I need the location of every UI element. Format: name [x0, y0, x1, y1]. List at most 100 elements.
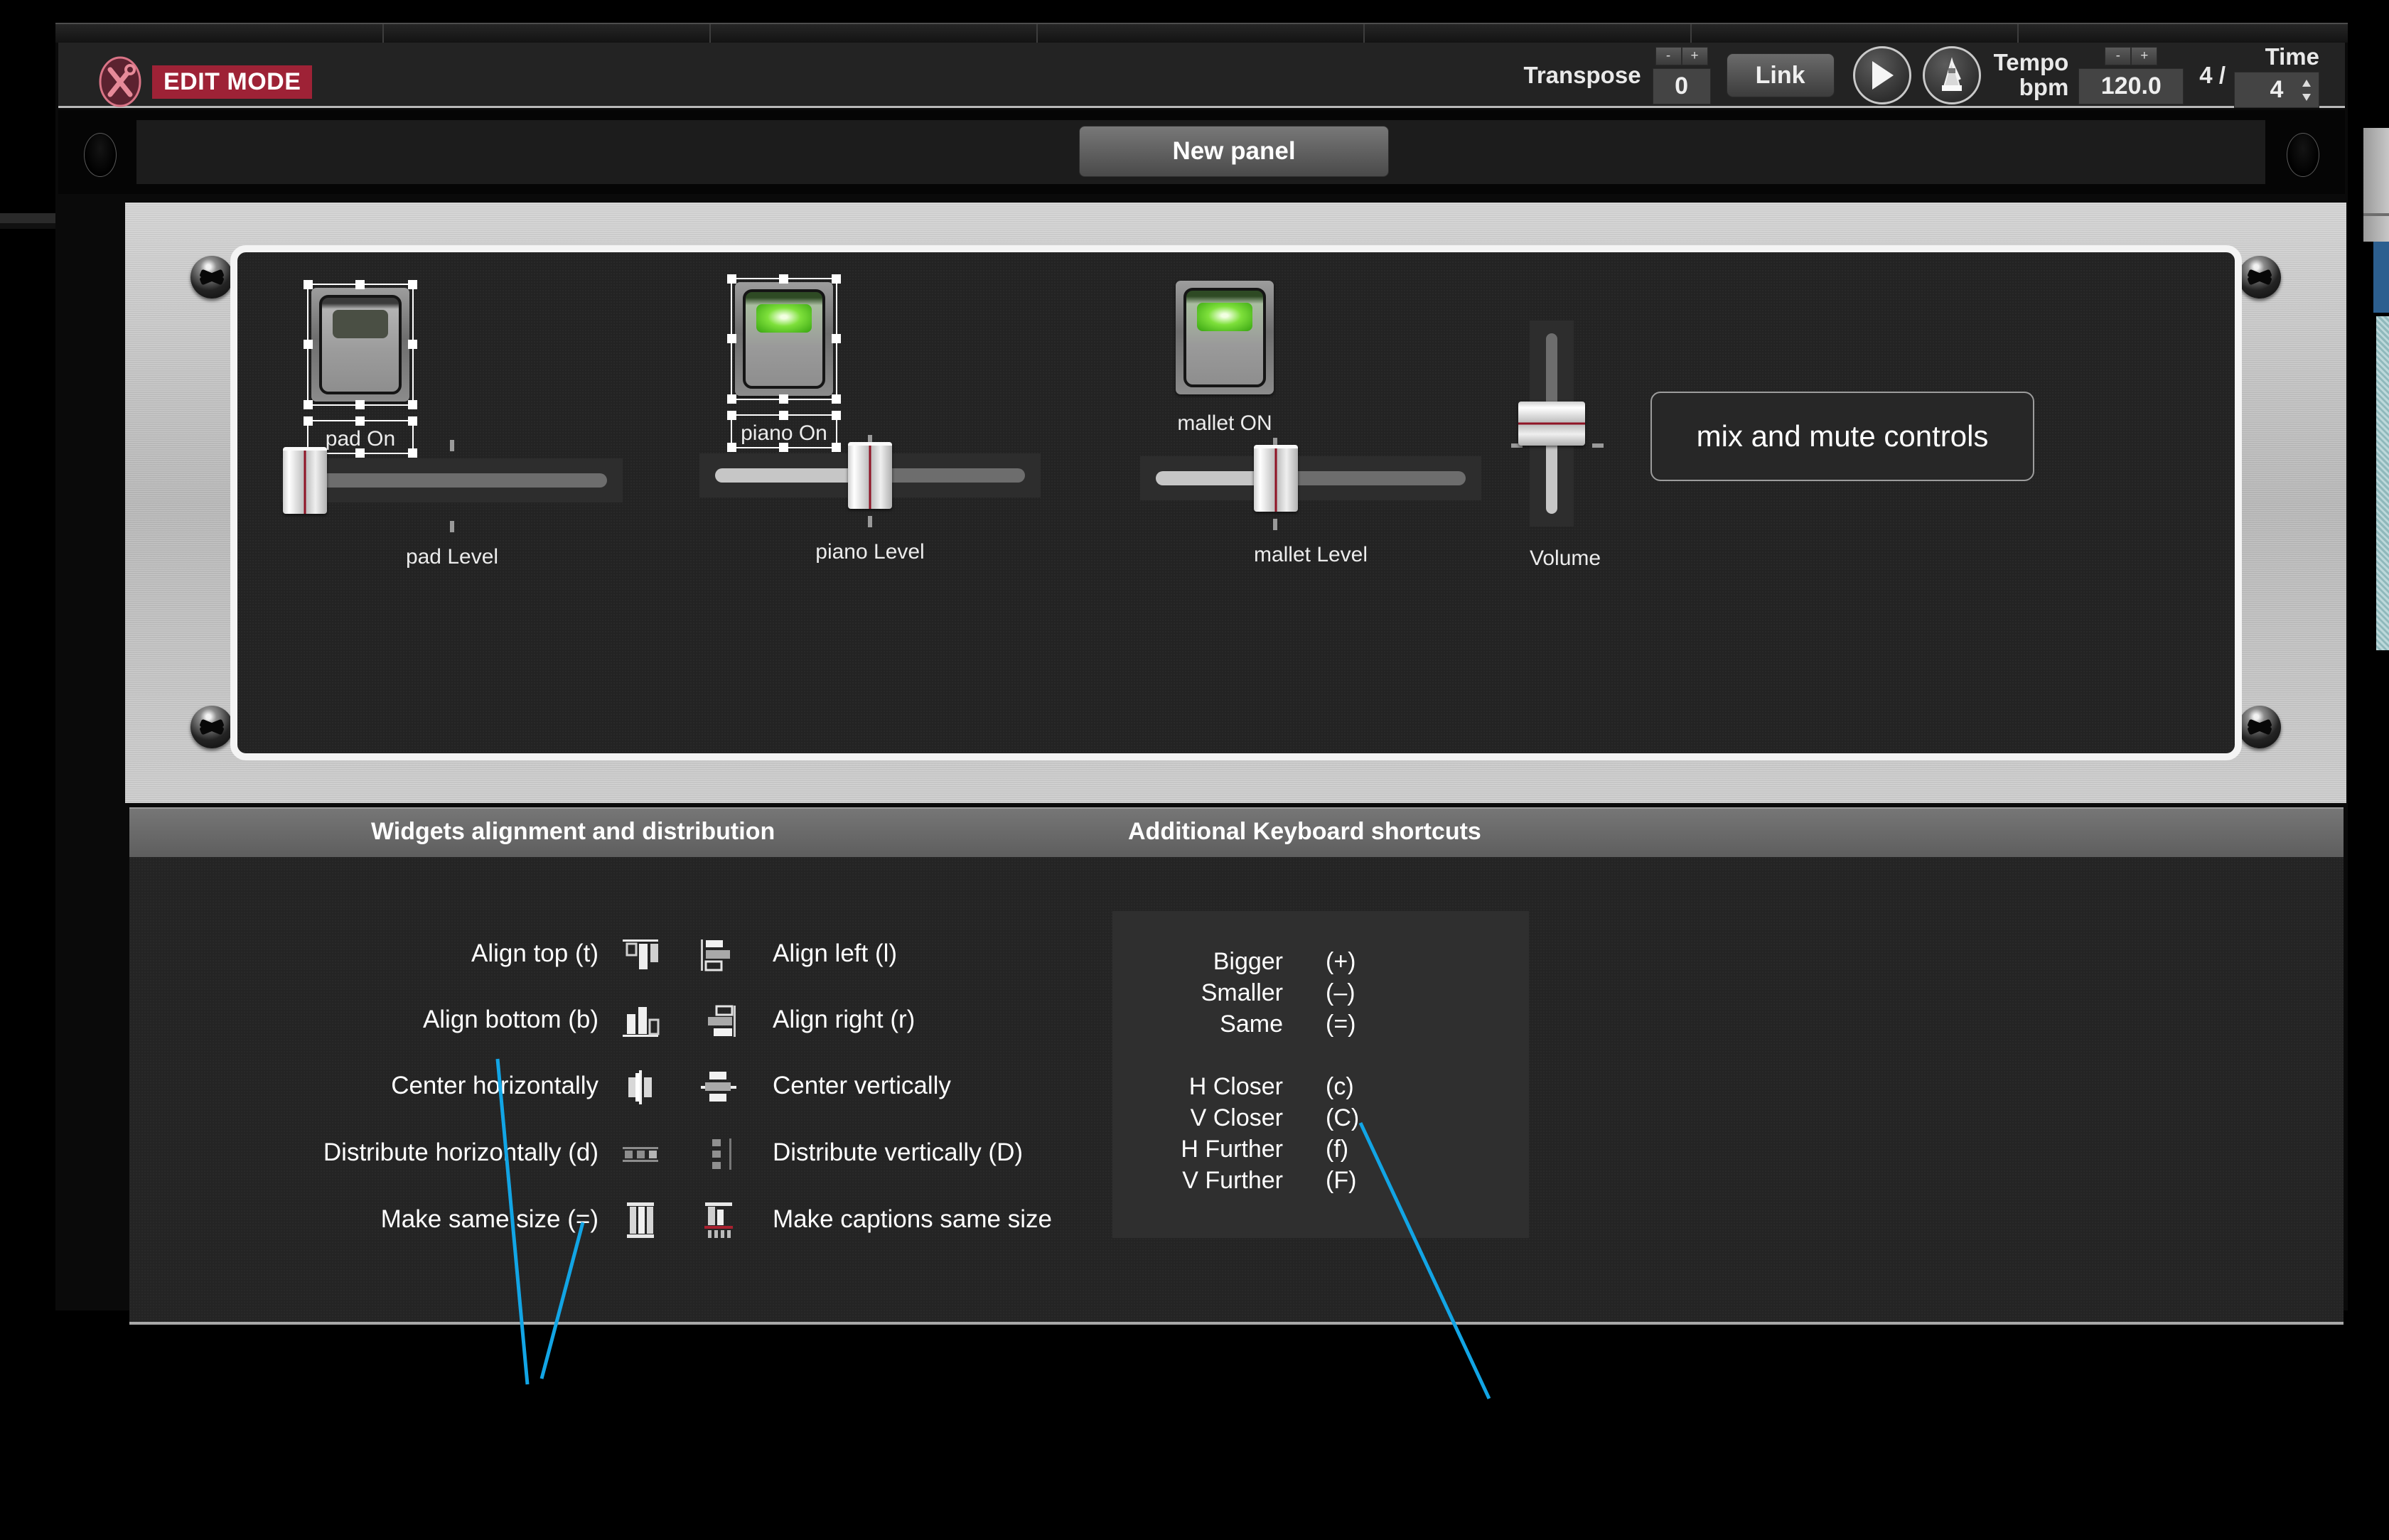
background-window-accent: [2373, 242, 2389, 313]
center-vertically-icon[interactable]: [698, 1069, 739, 1106]
shortcut-name: Same: [1220, 1011, 1283, 1038]
distribute-horizontally-icon[interactable]: [620, 1136, 661, 1173]
row-align-top[interactable]: Align top (t): [172, 939, 598, 976]
tempo-value-field[interactable]: 120.0: [2078, 68, 2184, 104]
transpose-label: Transpose: [1523, 62, 1641, 88]
mallet-on-led: [1197, 303, 1252, 331]
widget-piano-level[interactable]: piano Level: [699, 435, 1041, 564]
transpose-decrement-button[interactable]: -: [1655, 46, 1682, 65]
align-left-label: Align left (l): [773, 939, 898, 967]
time-denominator-field[interactable]: 4: [2234, 71, 2319, 108]
shortcut-key: (=): [1326, 1011, 1356, 1038]
row-align-bottom[interactable]: Align bottom (b): [172, 1006, 598, 1043]
center-vertically-label: Center vertically: [773, 1072, 951, 1099]
screw-top-right: [2238, 256, 2281, 298]
align-bottom-icon[interactable]: [620, 1003, 661, 1040]
application-window: EDIT MODE Transpose - + 0 Link Tempo bpm…: [55, 23, 2348, 1325]
metronome-button[interactable]: [1922, 46, 1981, 104]
shortcut-name: Smaller: [1201, 979, 1283, 1006]
metronome-icon: [1941, 57, 1962, 91]
spinner-icon: [2302, 79, 2311, 101]
shortcut-key: (f): [1326, 1136, 1349, 1163]
edit-mode-label: EDIT MODE: [152, 65, 313, 99]
time-label: Time: [2265, 43, 2319, 70]
tempo-increment-button[interactable]: +: [2131, 46, 2158, 65]
volume-handle[interactable]: [1518, 402, 1585, 446]
tab-new-panel[interactable]: New panel: [1079, 126, 1389, 177]
align-top-icon[interactable]: [620, 937, 661, 974]
widget-caption: Volume: [1530, 546, 1601, 570]
textbox-label: mix and mute controls: [1696, 419, 1989, 453]
panel-tab-bar: New panel: [58, 110, 2345, 194]
center-horizontally-icon[interactable]: [620, 1069, 661, 1106]
make-same-size-icon[interactable]: [620, 1200, 661, 1238]
tab-strip: New panel: [136, 120, 2265, 184]
row-distribute-horizontally[interactable]: Distribute horizontally (d): [172, 1138, 598, 1175]
shortcut-name: V Closer: [1190, 1104, 1283, 1131]
widget-mallet-on[interactable]: mallet ON: [1176, 281, 1274, 436]
selection-box-piano-toggle[interactable]: [727, 274, 841, 404]
align-right-icon[interactable]: [698, 1003, 739, 1040]
row-center-horizontally[interactable]: Center horizontally: [172, 1072, 598, 1109]
play-button[interactable]: [1852, 46, 1911, 104]
distribute-horizontally-label: Distribute horizontally (d): [323, 1138, 598, 1166]
time-signature-stepper: Time 4: [2234, 43, 2319, 108]
align-bottom-label: Align bottom (b): [422, 1006, 598, 1033]
pad-level-handle[interactable]: [283, 447, 327, 514]
selection-box-pad-toggle[interactable]: [304, 280, 417, 409]
distribute-vertically-label: Distribute vertically (D): [773, 1138, 1023, 1166]
shortcut-name: Bigger: [1213, 948, 1283, 975]
tabbar-knob-left: [84, 133, 117, 177]
widget-caption: mallet ON: [1177, 411, 1272, 435]
widget-textbox-mix-and-mute[interactable]: mix and mute controls: [1650, 392, 2034, 481]
tempo-label: Tempo: [1993, 49, 2069, 76]
piano-level-handle[interactable]: [848, 442, 892, 509]
widget-piano-on[interactable]: piano On: [727, 274, 841, 452]
widget-pad-on[interactable]: pad On: [304, 280, 417, 458]
align-right-label: Align right (r): [773, 1006, 916, 1033]
widget-volume[interactable]: Volume: [1511, 321, 1604, 571]
screw-bottom-right: [2238, 706, 2281, 748]
align-left-icon[interactable]: [698, 937, 739, 974]
widget-caption: pad Level: [405, 545, 499, 569]
widget-mallet-level[interactable]: mallet Level: [1140, 438, 1481, 567]
background-window-divider: [2363, 213, 2389, 216]
desktop-background-strip-lower: [0, 223, 55, 229]
tempo-unit-label: bpm: [2019, 74, 2069, 100]
time-numerator-label: 4 /: [2199, 62, 2226, 88]
mallet-on-toggle[interactable]: [1176, 281, 1274, 394]
widget-pad-level[interactable]: pad Level: [281, 440, 623, 569]
tempo-decrement-button[interactable]: -: [2105, 46, 2132, 65]
tabbar-knob-right: [2287, 133, 2319, 177]
transpose-group: Transpose - + 0: [1523, 43, 1711, 108]
mallet-level-handle[interactable]: [1254, 445, 1298, 512]
pad-level-slider[interactable]: [281, 447, 623, 514]
shortcut-key: (c): [1326, 1073, 1354, 1100]
shortcut-key: (+): [1326, 948, 1356, 975]
distribute-vertically-icon[interactable]: [698, 1136, 739, 1173]
play-icon: [1872, 61, 1894, 90]
make-captions-same-size-label: Make captions same size: [773, 1205, 1052, 1233]
link-button[interactable]: Link: [1726, 53, 1835, 97]
shortcut-name: H Further: [1181, 1136, 1283, 1163]
main-toolbar: EDIT MODE Transpose - + 0 Link Tempo bpm…: [58, 43, 2345, 108]
selection-box-piano-caption[interactable]: [727, 411, 841, 452]
widget-caption: piano Level: [815, 540, 925, 564]
background-window-pattern: [2376, 316, 2389, 650]
toolbar-controls: Transpose - + 0 Link Tempo bpm - + 120.0…: [1523, 43, 2338, 108]
transpose-value-field[interactable]: 0: [1652, 68, 1711, 104]
transpose-stepper: - + 0: [1652, 46, 1711, 104]
transpose-increment-button[interactable]: +: [1681, 46, 1708, 65]
mallet-level-slider[interactable]: [1140, 445, 1481, 512]
piano-level-slider[interactable]: [699, 442, 1041, 509]
make-captions-same-size-icon[interactable]: [698, 1200, 739, 1238]
keyboard-shortcuts-box: Bigger (+) Smaller (–) Same (=) H Closer…: [1112, 911, 1529, 1238]
shortcut-name: V Further: [1182, 1167, 1283, 1194]
desktop-background-strip-upper: [0, 213, 55, 223]
help-header-bar: Widgets alignment and distribution Addit…: [129, 807, 2344, 857]
shortcut-key: (F): [1326, 1167, 1357, 1194]
help-heading-right: Additional Keyboard shortcuts: [1128, 818, 1481, 845]
volume-slider[interactable]: [1518, 321, 1585, 527]
tempo-stepper: - + 120.0: [2078, 46, 2184, 104]
row-make-same-size[interactable]: Make same size (=): [172, 1205, 598, 1242]
